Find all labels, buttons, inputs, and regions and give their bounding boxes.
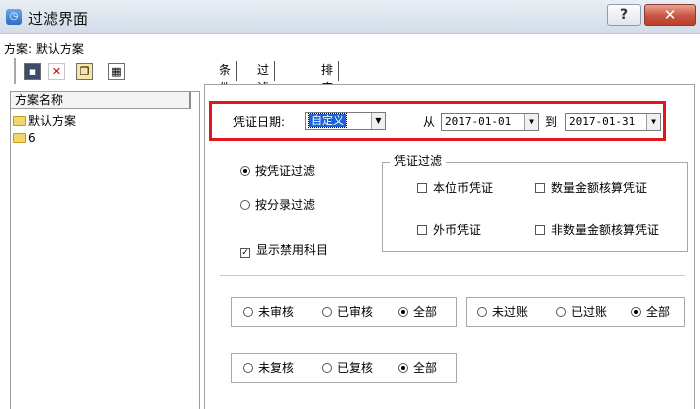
unreviewed-radio[interactable]: 未复核 bbox=[243, 361, 294, 375]
column-resize-handle[interactable] bbox=[189, 92, 191, 109]
base-currency-voucher-checkbox[interactable]: 本位币凭证 bbox=[417, 181, 493, 195]
radio-label: 未过账 bbox=[492, 305, 529, 319]
current-plan-label: 方案: 默认方案 bbox=[4, 42, 84, 56]
checkbox-checked-icon: ✓ bbox=[240, 248, 250, 258]
tab-filter-conditions[interactable]: 过滤条件 bbox=[252, 61, 276, 131]
app-icon: ◷ bbox=[6, 9, 22, 25]
radio-selected-icon bbox=[398, 307, 408, 317]
radio-label: 按凭证过滤 bbox=[255, 164, 316, 178]
audited-radio[interactable]: 已审核 bbox=[322, 305, 373, 319]
grid-icon[interactable]: ▦ bbox=[108, 63, 125, 80]
radio-selected-icon bbox=[240, 166, 250, 176]
chevron-down-icon[interactable]: ▼ bbox=[524, 114, 538, 130]
radio-unselected-icon bbox=[243, 307, 253, 317]
date-from-value: 2017-01-01 bbox=[445, 115, 512, 128]
checkbox-icon bbox=[535, 225, 545, 235]
audit-all-radio[interactable]: 全部 bbox=[398, 305, 437, 319]
non-quantity-amount-voucher-checkbox[interactable]: 非数量金额核算凭证 bbox=[535, 223, 659, 237]
tree-item-label: 默认方案 bbox=[28, 114, 77, 128]
radio-label: 全部 bbox=[413, 305, 438, 319]
folder-icon bbox=[13, 133, 26, 143]
date-to-field[interactable]: 2017-01-31 ▼ bbox=[565, 113, 661, 131]
tree-header: 方案名称 bbox=[11, 92, 189, 109]
tab-sort[interactable]: 排序 bbox=[316, 61, 340, 95]
section-divider bbox=[220, 275, 685, 276]
date-to-value: 2017-01-31 bbox=[569, 115, 636, 128]
checkbox-icon bbox=[535, 183, 545, 193]
radio-unselected-icon bbox=[322, 363, 332, 373]
radio-label: 未复核 bbox=[258, 361, 295, 375]
quantity-amount-voucher-checkbox[interactable]: 数量金额核算凭证 bbox=[535, 181, 647, 195]
unaudited-radio[interactable]: 未审核 bbox=[243, 305, 294, 319]
copy-icon[interactable]: ❐ bbox=[76, 63, 93, 80]
radio-unselected-icon bbox=[240, 200, 250, 210]
voucher-date-label: 凭证日期: bbox=[233, 115, 286, 129]
save-icon[interactable]: ▪ bbox=[24, 63, 41, 80]
unposted-radio[interactable]: 未过账 bbox=[477, 305, 528, 319]
checkbox-label: 显示禁用科目 bbox=[256, 243, 329, 257]
filter-by-voucher-radio[interactable]: 按凭证过滤 bbox=[240, 164, 315, 178]
tab-conditions[interactable]: 条件 bbox=[214, 61, 238, 95]
delete-icon[interactable]: ✕ bbox=[48, 63, 65, 80]
date-from-field[interactable]: 2017-01-01 ▼ bbox=[441, 113, 539, 131]
tree-item-default-plan[interactable]: 默认方案 bbox=[13, 113, 77, 129]
radio-selected-icon bbox=[398, 363, 408, 373]
radio-label: 未审核 bbox=[258, 305, 295, 319]
foreign-currency-voucher-checkbox[interactable]: 外币凭证 bbox=[417, 223, 481, 237]
from-label: 从 bbox=[423, 115, 436, 129]
radio-unselected-icon bbox=[322, 307, 332, 317]
help-button[interactable]: ? bbox=[607, 4, 641, 26]
posted-radio[interactable]: 已过账 bbox=[556, 305, 607, 319]
radio-unselected-icon bbox=[556, 307, 566, 317]
plan-tree: 方案名称 默认方案 6 bbox=[10, 91, 200, 409]
title-bar bbox=[0, 0, 700, 34]
radio-label: 全部 bbox=[413, 361, 438, 375]
checkbox-label: 非数量金额核算凭证 bbox=[551, 223, 660, 237]
voucher-filter-title: 凭证过滤 bbox=[390, 154, 447, 168]
radio-selected-icon bbox=[631, 307, 641, 317]
checkbox-label: 外币凭证 bbox=[433, 223, 482, 237]
review-all-radio[interactable]: 全部 bbox=[398, 361, 437, 375]
checkbox-label: 数量金额核算凭证 bbox=[551, 181, 648, 195]
radio-label: 已审核 bbox=[337, 305, 374, 319]
plan-toolbar: ▪ ✕ ❐ ▦ bbox=[14, 58, 128, 84]
reviewed-radio[interactable]: 已复核 bbox=[322, 361, 373, 375]
date-type-value: 自定义 bbox=[308, 113, 347, 128]
voucher-filter-group bbox=[382, 162, 688, 252]
chevron-down-icon[interactable]: ▼ bbox=[371, 113, 385, 129]
radio-label: 按分录过滤 bbox=[255, 198, 316, 212]
radio-label: 全部 bbox=[646, 305, 671, 319]
radio-label: 已过账 bbox=[571, 305, 608, 319]
filter-by-entry-radio[interactable]: 按分录过滤 bbox=[240, 198, 315, 212]
chevron-down-icon[interactable]: ▼ bbox=[646, 114, 660, 130]
radio-unselected-icon bbox=[477, 307, 487, 317]
tree-item-label: 6 bbox=[28, 131, 36, 145]
posting-all-radio[interactable]: 全部 bbox=[631, 305, 670, 319]
radio-unselected-icon bbox=[243, 363, 253, 373]
checkbox-icon bbox=[417, 225, 427, 235]
show-disabled-accounts-checkbox[interactable]: ✓ 显示禁用科目 bbox=[240, 243, 328, 258]
window-title: 过滤界面 bbox=[28, 10, 89, 28]
tree-item-6[interactable]: 6 bbox=[13, 130, 36, 146]
to-label: 到 bbox=[545, 115, 558, 129]
radio-label: 已复核 bbox=[337, 361, 374, 375]
checkbox-icon bbox=[417, 183, 427, 193]
date-type-select[interactable]: 自定义 ▼ bbox=[305, 112, 386, 130]
close-button[interactable]: ✕ bbox=[644, 4, 696, 26]
folder-icon bbox=[13, 116, 26, 126]
checkbox-label: 本位币凭证 bbox=[433, 181, 494, 195]
